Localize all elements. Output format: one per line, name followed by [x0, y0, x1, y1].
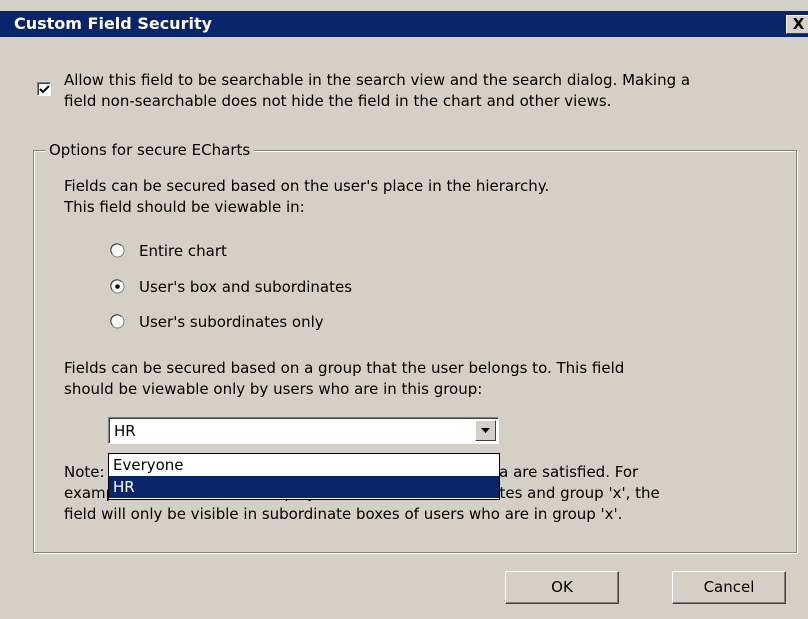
- group-dropdown-list: Everyone HR: [108, 453, 500, 500]
- radio-users-box-and-subordinates[interactable]: [110, 279, 125, 294]
- radio-label-users-box-and-subordinates[interactable]: User's box and subordinates: [139, 277, 352, 297]
- chevron-down-icon: [481, 428, 490, 433]
- radio-label-users-subordinates-only[interactable]: User's subordinates only: [139, 312, 324, 332]
- radio-users-subordinates-only[interactable]: [110, 314, 125, 329]
- radio-entire-chart[interactable]: [110, 243, 125, 258]
- checkmark-icon: [39, 85, 50, 94]
- title-bar[interactable]: Custom Field Security X: [0, 11, 808, 37]
- dropdown-option-everyone[interactable]: Everyone: [109, 454, 499, 476]
- close-button[interactable]: X: [786, 15, 808, 34]
- groupbox-title: Options for secure ECharts: [45, 140, 255, 161]
- radio-selected-dot-icon: [115, 284, 120, 289]
- group-select-dropdown-button[interactable]: [475, 420, 496, 441]
- cancel-button[interactable]: Cancel: [672, 571, 786, 604]
- custom-field-security-dialog: Custom Field Security X Allow this field…: [0, 0, 808, 619]
- searchable-checkbox[interactable]: [37, 82, 51, 96]
- ok-button[interactable]: OK: [505, 571, 619, 604]
- hierarchy-description: Fields can be secured based on the user'…: [64, 177, 550, 216]
- radio-label-entire-chart[interactable]: Entire chart: [139, 241, 227, 261]
- group-select[interactable]: HR: [108, 417, 499, 444]
- dropdown-option-hr[interactable]: HR: [109, 476, 499, 498]
- close-icon: X: [792, 15, 805, 33]
- group-description: Fields can be secured based on a group t…: [64, 359, 625, 398]
- group-select-value: HR: [114, 422, 136, 440]
- dialog-title: Custom Field Security: [14, 14, 213, 33]
- searchable-label[interactable]: Allow this field to be searchable in the…: [64, 70, 794, 112]
